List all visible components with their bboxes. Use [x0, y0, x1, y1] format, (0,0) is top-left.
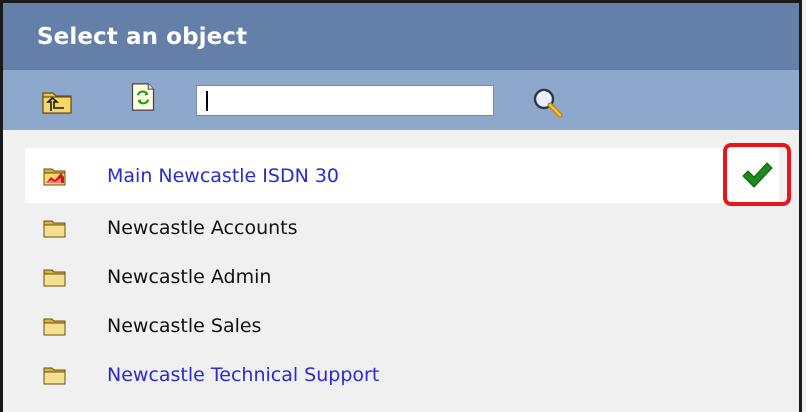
select-object-window: Select an object Main Newcastle ISDN 30 … [0, 0, 802, 412]
list-item-label: Newcastle Admin [107, 265, 272, 288]
window-title: Select an object [37, 23, 248, 50]
list-item-label[interactable]: Newcastle Technical Support [107, 364, 379, 386]
list-item-newcastle-sales[interactable]: Newcastle Sales [25, 301, 799, 350]
list-item-label[interactable]: Main Newcastle ISDN 30 [107, 165, 339, 187]
folder-icon [43, 269, 66, 286]
text-cursor [206, 91, 208, 111]
list-item-main-newcastle-isdn-30[interactable]: Main Newcastle ISDN 30 [25, 143, 791, 206]
folder-icon [43, 220, 66, 237]
magnifier-icon[interactable] [530, 86, 566, 118]
list-item-newcastle-accounts[interactable]: Newcastle Accounts [25, 203, 799, 252]
folder-icon [43, 318, 66, 335]
selected-highlight [723, 143, 791, 206]
checkmark-icon [742, 161, 773, 188]
folder-up-icon[interactable] [42, 87, 72, 115]
refresh-icon[interactable] [128, 83, 158, 111]
list-item-label: Newcastle Accounts [107, 216, 298, 239]
toolbar [3, 70, 799, 130]
list-item-label: Newcastle Sales [107, 314, 262, 337]
folder-icon [43, 367, 66, 384]
object-list: Main Newcastle ISDN 30 Newcastle Account… [25, 143, 799, 399]
list-item-newcastle-technical-support[interactable]: Newcastle Technical Support [25, 350, 799, 399]
search-input[interactable] [196, 85, 494, 116]
list-item-newcastle-admin[interactable]: Newcastle Admin [25, 252, 799, 301]
chart-folder-icon [43, 168, 66, 185]
title-bar: Select an object [3, 3, 799, 70]
